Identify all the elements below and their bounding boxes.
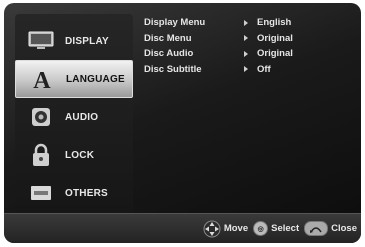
sidebar-item-lock[interactable]: LOCK <box>15 136 133 174</box>
setting-value: English <box>257 17 292 29</box>
sidebar-item-others[interactable]: OTHERS <box>15 174 133 212</box>
move-label: Move <box>223 223 249 234</box>
sidebar-item-label: DISPLAY <box>65 35 109 47</box>
sidebar-item-label: LOCK <box>65 149 95 161</box>
sidebar-item-label: LANGUAGE <box>66 73 125 85</box>
setting-value: Original <box>257 48 293 60</box>
svg-text:A: A <box>33 68 51 91</box>
move-hint: Move <box>203 220 248 238</box>
select-hint: ◎ Select <box>253 221 299 236</box>
others-icon <box>25 181 57 205</box>
select-label: Select <box>271 223 300 234</box>
sidebar-item-display[interactable]: DISPLAY <box>15 22 133 60</box>
letter-a-icon: A <box>26 67 58 91</box>
sidebar: DISPLAY A LANGUAGE AUDIO LOCK OTHERS <box>15 14 133 214</box>
footer-hint-bar: Move ◎ Select Close <box>4 213 361 243</box>
sidebar-item-audio[interactable]: AUDIO <box>15 98 133 136</box>
list-item[interactable]: Disc Menu Original <box>144 31 355 47</box>
setting-label: Disc Subtitle <box>144 63 202 75</box>
setting-label: Disc Audio <box>144 48 194 60</box>
setting-label: Display Menu <box>144 17 206 29</box>
close-hint: Close <box>304 221 357 236</box>
speaker-icon <box>25 105 57 129</box>
sidebar-item-label: OTHERS <box>65 187 108 199</box>
arrow-right-icon <box>244 19 248 26</box>
select-button-icon: ◎ <box>253 221 269 236</box>
arrow-right-icon <box>244 50 248 57</box>
setting-label: Disc Menu <box>144 32 192 44</box>
sidebar-item-language[interactable]: A LANGUAGE <box>15 60 133 98</box>
list-item[interactable]: Disc Audio Original <box>144 46 355 62</box>
list-item[interactable]: Display Menu English <box>144 15 355 31</box>
settings-list: Display Menu English Disc Menu Original … <box>144 15 355 77</box>
setting-value: Off <box>257 63 271 75</box>
setting-value: Original <box>257 32 293 44</box>
setup-menu-screen: DISPLAY A LANGUAGE AUDIO LOCK OTHERS Dis… <box>4 3 361 243</box>
tv-icon <box>25 29 57 53</box>
dpad-icon <box>203 220 221 238</box>
arrow-right-icon <box>244 35 248 42</box>
padlock-icon <box>25 143 57 167</box>
sidebar-item-label: AUDIO <box>65 111 99 123</box>
list-item[interactable]: Disc Subtitle Off <box>144 62 355 78</box>
close-label: Close <box>331 223 357 234</box>
return-button-icon <box>304 221 329 236</box>
arrow-right-icon <box>244 66 248 73</box>
